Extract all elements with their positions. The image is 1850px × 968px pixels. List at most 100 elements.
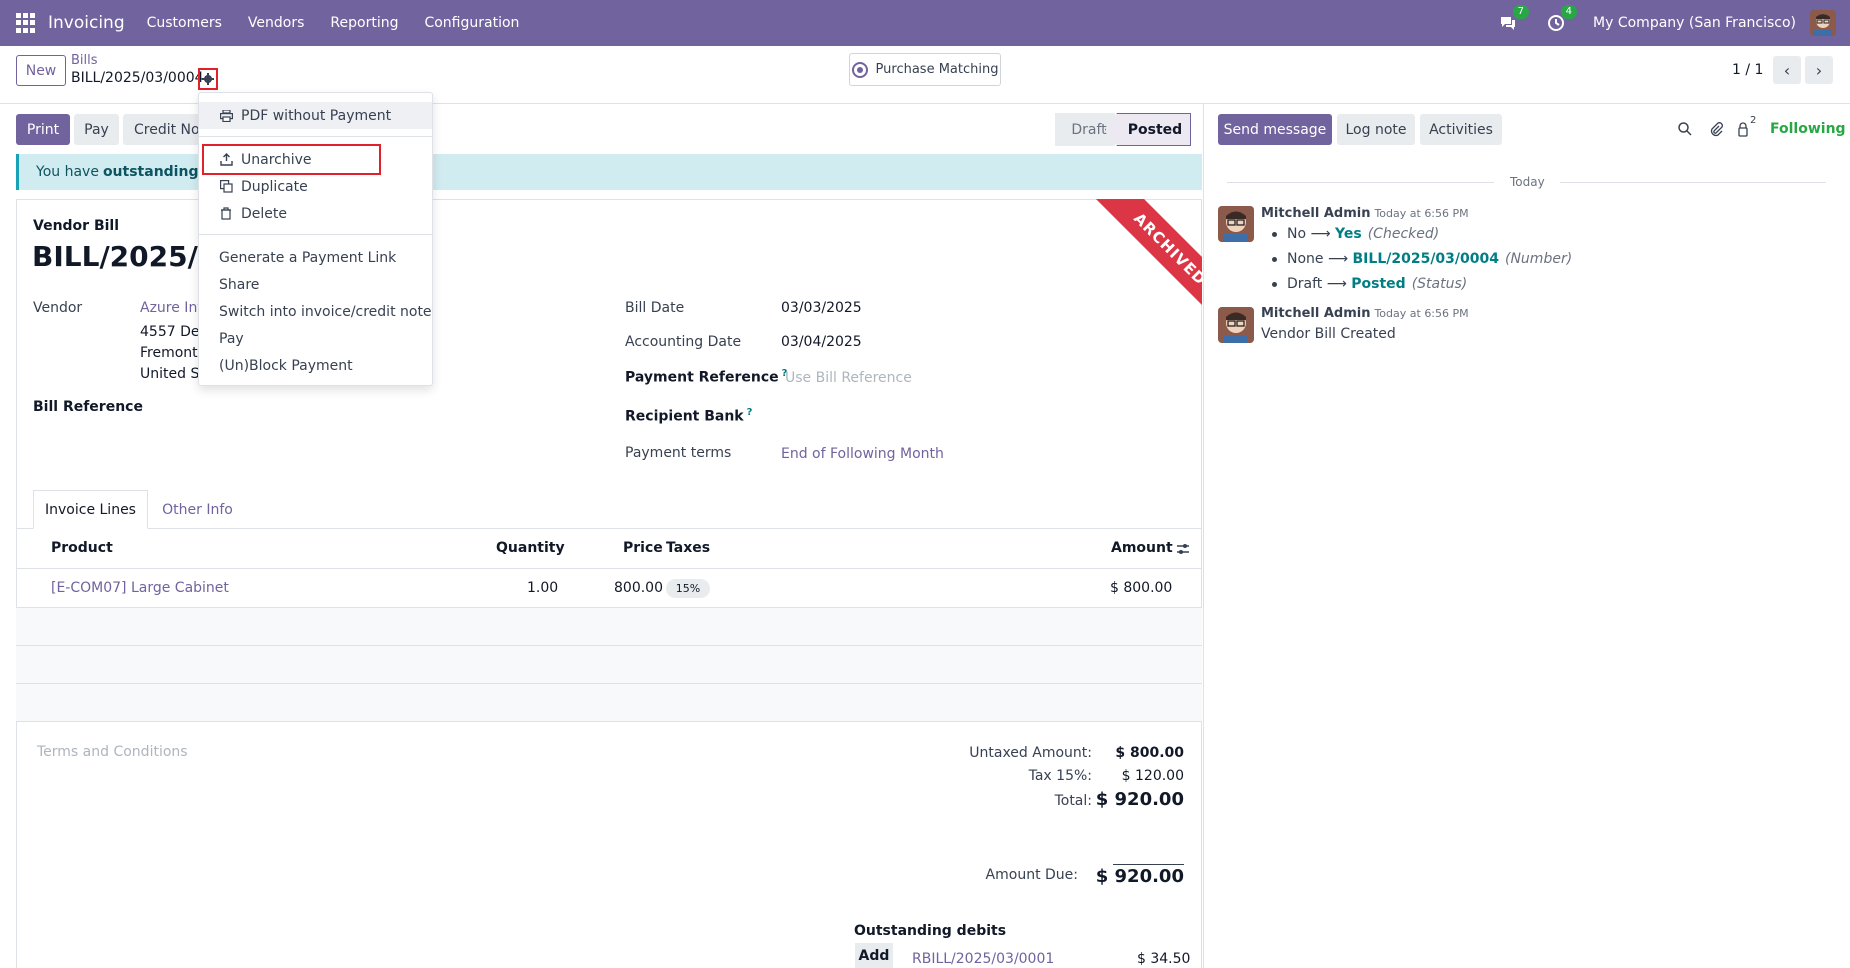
pager-previous-button[interactable]: ‹ (1773, 56, 1801, 84)
print-button[interactable]: Print (16, 114, 70, 145)
purchase-matching-label: Purchase Matching (875, 62, 999, 77)
date-separator: Today (1510, 175, 1545, 189)
outstanding-debit-amount: $ 34.50 (1137, 951, 1191, 967)
followers-button[interactable]: 2 (1736, 115, 1756, 141)
pager-value[interactable]: 1 / 1 (1732, 62, 1763, 78)
pager-next-button[interactable]: › (1805, 56, 1833, 84)
chevron-right-icon: › (1815, 60, 1823, 80)
table-row-empty (16, 646, 1202, 684)
tracking-line: No ⟶ Yes (Checked) (1272, 226, 1439, 242)
col-product[interactable]: Product (51, 540, 113, 556)
menu-item-duplicate[interactable]: Duplicate (199, 173, 432, 200)
user-icon (1738, 122, 1748, 137)
table-row-empty (16, 684, 1202, 722)
tracking-line: Draft ⟶ Posted (Status) (1272, 276, 1467, 292)
message-author[interactable]: Mitchell Admin Today at 6:56 PM (1261, 306, 1469, 321)
outstanding-debit-link[interactable]: RBILL/2025/03/0001 (912, 951, 1054, 967)
archived-ribbon-text: ARCHIVED (1083, 199, 1202, 336)
menu-item-switch-invoice-credit-note[interactable]: Switch into invoice/credit note (199, 298, 432, 325)
activities-clock-icon[interactable]: 4 (1545, 5, 1578, 34)
actions-gear-button[interactable] (198, 68, 218, 90)
messages-badge: 7 (1512, 5, 1530, 19)
col-amount[interactable]: Amount (1111, 540, 1173, 556)
amount-due-value: $ 920.00 (1095, 866, 1184, 887)
apps-menu-icon[interactable] (16, 13, 36, 33)
message-body: Vendor Bill Created (1261, 326, 1396, 342)
menu-vendors[interactable]: Vendors (248, 15, 304, 31)
col-price[interactable]: Price (623, 540, 663, 556)
archived-ribbon: ARCHIVED (1055, 199, 1202, 346)
company-switcher[interactable]: My Company (San Francisco) (1593, 15, 1796, 31)
menu-item-pay[interactable]: Pay (199, 325, 432, 352)
add-outstanding-button[interactable]: Add (855, 943, 893, 968)
user-avatar[interactable] (1810, 10, 1836, 36)
tab-other-info[interactable]: Other Info (150, 490, 245, 529)
purchase-matching-button[interactable]: Purchase Matching (849, 53, 1001, 86)
copy-icon (219, 180, 233, 194)
menu-item-delete[interactable]: Delete (199, 200, 432, 227)
menu-configuration[interactable]: Configuration (424, 15, 519, 31)
breadcrumb-current: BILL/2025/03/0004 (71, 70, 204, 86)
search-icon[interactable] (1677, 121, 1693, 141)
outstanding-debits-label: Outstanding debits (854, 923, 1007, 939)
date-divider (1560, 182, 1826, 183)
activities-badge: 4 (1560, 5, 1578, 19)
amount-due-divider (1113, 864, 1184, 865)
new-button[interactable]: New (16, 55, 66, 86)
col-taxes[interactable]: Taxes (666, 540, 710, 556)
menu-separator (199, 136, 432, 137)
menu-item-pdf-without-payment[interactable]: PDF without Payment (199, 102, 432, 129)
tab-invoice-lines[interactable]: Invoice Lines (33, 490, 148, 529)
line-product[interactable]: [E-COM07] Large Cabinet (51, 580, 229, 596)
message-author[interactable]: Mitchell Admin Today at 6:56 PM (1261, 206, 1469, 221)
message-time: Today at 6:56 PM (1374, 207, 1469, 220)
print-icon (219, 109, 233, 123)
status-bar: Draft Posted (1055, 113, 1191, 146)
menu-customers[interactable]: Customers (147, 15, 222, 31)
column-settings-icon[interactable] (1175, 541, 1191, 557)
menu-item-block-payment[interactable]: (Un)Block Payment (199, 352, 432, 379)
breadcrumb-bills[interactable]: Bills (71, 53, 98, 68)
top-navbar: Invoicing Customers Vendors Reporting Co… (0, 0, 1850, 46)
vendor-address-line3: United St (140, 366, 205, 382)
send-message-button[interactable]: Send message (1218, 114, 1332, 145)
payment-reference-label: Payment Reference? (625, 368, 788, 386)
bill-type-label: Vendor Bill (33, 218, 120, 234)
bill-date-field[interactable]: 03/03/2025 (781, 300, 862, 316)
payment-terms-label: Payment terms (625, 445, 732, 461)
line-quantity[interactable]: 1.00 (527, 580, 558, 596)
status-posted[interactable]: Posted (1105, 113, 1191, 146)
message-avatar[interactable] (1218, 307, 1254, 343)
credit-note-button[interactable]: Credit No (123, 114, 203, 145)
message-time: Today at 6:56 PM (1374, 307, 1469, 320)
gear-icon (202, 73, 214, 85)
col-quantity[interactable]: Quantity (496, 540, 565, 556)
menu-separator (199, 234, 432, 235)
following-toggle[interactable]: Following (1770, 121, 1846, 137)
message-avatar[interactable] (1218, 206, 1254, 242)
date-divider (1227, 182, 1494, 183)
paperclip-icon[interactable] (1708, 121, 1724, 141)
payment-reference-input[interactable]: Use Bill Reference (785, 370, 912, 386)
menu-item-generate-payment-link[interactable]: Generate a Payment Link (199, 244, 432, 271)
trash-icon (219, 207, 233, 221)
app-name[interactable]: Invoicing (48, 13, 125, 33)
accounting-date-field[interactable]: 03/04/2025 (781, 334, 862, 350)
alert-text: You have (36, 164, 99, 180)
activities-button[interactable]: Activities (1420, 114, 1502, 145)
line-tax-tag[interactable]: 15% (666, 579, 710, 598)
arrow-right-icon: ⟶ (1310, 226, 1331, 242)
payment-terms-field[interactable]: End of Following Month (781, 446, 944, 462)
outstanding-alert: You have outstanding deb (16, 154, 1202, 190)
terms-and-conditions-input[interactable]: Terms and Conditions (37, 744, 188, 760)
menu-reporting[interactable]: Reporting (330, 15, 398, 31)
vendor-name-link[interactable]: Azure Int (140, 300, 203, 316)
unarchive-highlight-box (202, 144, 381, 175)
bill-date-label: Bill Date (625, 300, 685, 316)
log-note-button[interactable]: Log note (1337, 114, 1415, 145)
menu-item-share[interactable]: Share (199, 271, 432, 298)
messages-icon[interactable]: 7 (1497, 5, 1530, 34)
pay-button[interactable]: Pay (74, 114, 119, 145)
recipient-bank-field[interactable] (781, 405, 1181, 427)
line-price[interactable]: 800.00 (614, 580, 663, 596)
